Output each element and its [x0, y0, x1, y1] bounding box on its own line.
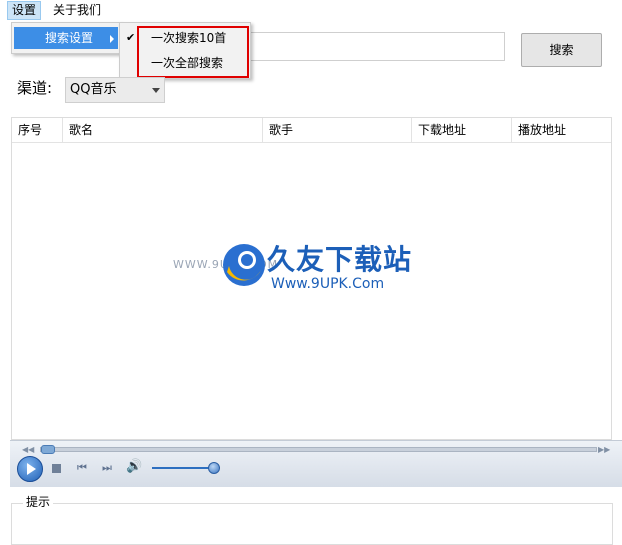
channel-selected-value: QQ音乐 — [70, 82, 117, 97]
chevron-down-icon — [152, 88, 160, 93]
check-icon: ✔ — [126, 31, 136, 44]
table-header: 序号 歌名 歌手 下载地址 播放地址 — [12, 118, 611, 143]
seek-thumb[interactable] — [41, 445, 55, 454]
channel-label: 渠道: — [17, 79, 53, 97]
column-header-index[interactable]: 序号 — [12, 118, 63, 142]
channel-select[interactable]: QQ音乐 — [65, 77, 165, 103]
settings-dropdown: 搜索设置 — [11, 22, 121, 54]
menu-item-search-settings[interactable]: 搜索设置 — [14, 27, 118, 49]
seek-back-icon: ◀◀ — [22, 445, 35, 454]
next-track-icon[interactable]: ⏭ — [102, 461, 112, 474]
submenu-arrow-icon — [110, 35, 114, 43]
volume-slider[interactable] — [152, 467, 214, 469]
menu-item-label: 搜索设置 — [45, 31, 94, 45]
play-button[interactable] — [17, 456, 43, 482]
column-header-artist[interactable]: 歌手 — [263, 118, 412, 142]
column-header-download-url[interactable]: 下载地址 — [412, 118, 512, 142]
previous-track-icon[interactable]: ⏮ — [77, 461, 87, 474]
seek-forward-icon: ▶▶ — [598, 445, 611, 454]
hint-group — [11, 503, 613, 545]
menu-about[interactable]: 关于我们 — [49, 2, 105, 19]
volume-icon[interactable]: 🔊 — [126, 459, 142, 474]
column-header-play-url[interactable]: 播放地址 — [512, 118, 611, 142]
hint-label: 提示 — [23, 495, 54, 509]
media-player: ◀◀ ▶▶ ⏮ ⏭ 🔊 — [10, 440, 622, 487]
watermark-logo-icon — [223, 244, 265, 286]
search-button[interactable]: 搜索 — [521, 33, 602, 67]
column-header-song[interactable]: 歌名 — [63, 118, 263, 142]
menu-settings[interactable]: 设置 — [7, 1, 42, 20]
annotation-highlight-box — [137, 26, 249, 78]
watermark-title: 久友下载站 — [267, 243, 413, 276]
stop-button[interactable] — [52, 464, 61, 473]
seek-bar[interactable] — [40, 447, 597, 452]
watermark-subtitle: Www.9UPK.Com — [271, 276, 385, 292]
volume-thumb[interactable] — [208, 462, 220, 474]
